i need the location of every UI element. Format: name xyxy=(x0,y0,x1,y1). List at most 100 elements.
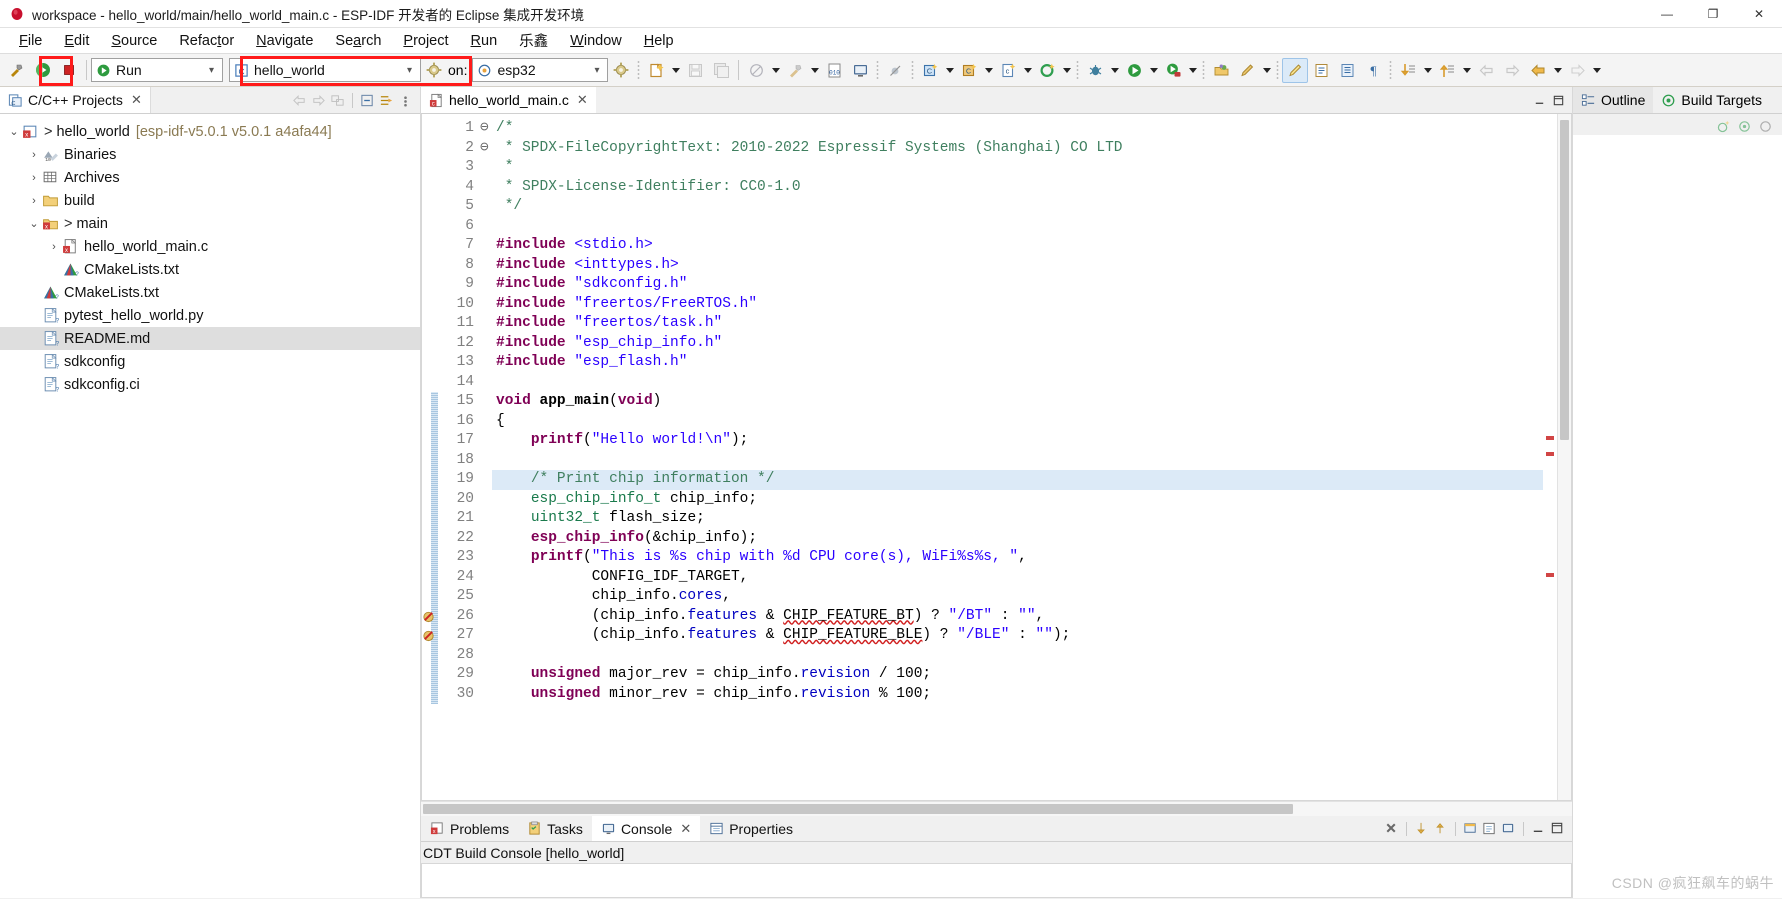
code-line[interactable] xyxy=(492,217,1571,237)
previous-annotation-dropdown-arrow[interactable] xyxy=(1460,58,1473,83)
tree-item-sdkconfig[interactable]: ? sdkconfig xyxy=(0,350,420,373)
overview-ruler[interactable] xyxy=(1543,114,1557,800)
tree-item-cmakelists-txt[interactable]: ? CMakeLists.txt xyxy=(0,281,420,304)
new-file-icon[interactable] xyxy=(643,58,669,83)
view-options-icon[interactable] xyxy=(397,92,414,109)
forward-icon[interactable] xyxy=(310,92,327,109)
close-icon[interactable]: ✕ xyxy=(680,821,691,837)
maximize-console-icon[interactable] xyxy=(1549,820,1566,837)
code-line[interactable]: #include "esp_flash.h" xyxy=(492,353,1571,373)
new-c-file-icon[interactable]: c xyxy=(995,58,1021,83)
launch-mode-combo[interactable]: Run ▾ xyxy=(91,58,223,82)
code-line[interactable]: * SPDX-FileCopyrightText: 2010-2022 Espr… xyxy=(492,139,1571,159)
code-line[interactable]: esp_chip_info(&chip_info); xyxy=(492,529,1571,549)
build-target-icon[interactable] xyxy=(1736,118,1753,135)
scroll-lock-icon[interactable] xyxy=(1413,820,1430,837)
source-code[interactable]: /* * SPDX-FileCopyrightText: 2010-2022 E… xyxy=(492,114,1571,800)
launch-target-combo[interactable]: C hello_world ▾ xyxy=(229,58,421,82)
forward-navigation-icon[interactable] xyxy=(1564,58,1590,83)
binary-view-icon[interactable]: 010 xyxy=(821,58,847,83)
code-line[interactable]: * SPDX-License-Identifier: CC0-1.0 xyxy=(492,178,1571,198)
new-c-project-icon[interactable]: C xyxy=(917,58,943,83)
tree-item-build[interactable]: › build xyxy=(0,189,420,212)
menu-search[interactable]: Search xyxy=(324,30,392,52)
code-line[interactable]: #include <stdio.h> xyxy=(492,236,1571,256)
add-target-icon[interactable] xyxy=(1715,118,1732,135)
collapse-all-icon[interactable] xyxy=(359,92,376,109)
device-target-combo[interactable]: esp32 ▾ xyxy=(472,58,609,82)
tree-item-readme-md[interactable]: ? README.md xyxy=(0,327,420,350)
new-c-dropdown-arrow[interactable] xyxy=(943,58,956,83)
menu-run[interactable]: Run xyxy=(460,30,509,52)
build-dropdown-arrow[interactable] xyxy=(769,58,782,83)
tree-item-sdkconfig-ci[interactable]: ? sdkconfig.ci xyxy=(0,373,420,396)
code-line[interactable]: esp_chip_info_t chip_info; xyxy=(492,490,1571,510)
tree-item-binaries[interactable]: › 10 Binaries xyxy=(0,143,420,166)
stop-red-square-icon[interactable] xyxy=(56,58,82,83)
code-line[interactable]: uint32_t flash_size; xyxy=(492,509,1571,529)
back-icon[interactable] xyxy=(291,92,308,109)
save-all-icon[interactable] xyxy=(708,58,734,83)
code-line[interactable]: /* xyxy=(492,119,1571,139)
code-line[interactable]: * xyxy=(492,158,1571,178)
menu-project[interactable]: Project xyxy=(392,30,459,52)
twisty-collapsed-icon[interactable]: › xyxy=(26,172,42,184)
tree-item-pytest-hello-world-py[interactable]: ? pytest_hello_world.py xyxy=(0,304,420,327)
run-green-play-icon[interactable] xyxy=(30,58,56,83)
code-line[interactable]: #include <inttypes.h> xyxy=(492,256,1571,276)
forward-dropdown-arrow[interactable] xyxy=(1590,58,1603,83)
code-line[interactable]: */ xyxy=(492,197,1571,217)
debug-configurations-icon[interactable] xyxy=(1082,58,1108,83)
code-line[interactable] xyxy=(492,646,1571,666)
code-line[interactable]: #include "esp_chip_info.h" xyxy=(492,334,1571,354)
next-annotation-dropdown-arrow[interactable] xyxy=(1421,58,1434,83)
code-line[interactable] xyxy=(492,451,1571,471)
tree-item-hello-world[interactable]: ⌄ x > hello_world [esp-idf-v5.0.1 v5.0.1 a4a… xyxy=(0,120,420,143)
code-line[interactable]: #include "freertos/task.h" xyxy=(492,314,1571,334)
launch-target-gear-icon[interactable] xyxy=(421,58,447,83)
code-line[interactable] xyxy=(492,373,1571,393)
hammer-dropdown-arrow[interactable] xyxy=(808,58,821,83)
twisty-collapsed-icon[interactable]: › xyxy=(46,241,62,253)
code-line[interactable]: unsigned minor_rev = chip_info.revision … xyxy=(492,685,1571,705)
open-resource-icon[interactable] xyxy=(1208,58,1234,83)
twisty-collapsed-icon[interactable]: › xyxy=(26,195,42,207)
tree-item-main[interactable]: ⌄ x > main xyxy=(0,212,420,235)
device-target-gear-icon[interactable] xyxy=(608,58,634,83)
code-line[interactable]: { xyxy=(492,412,1571,432)
tab-hello-world-main-c[interactable]: c hello_world_main.c ✕ xyxy=(421,87,596,113)
tab-outline[interactable]: Outline xyxy=(1573,87,1654,113)
scrollbar-thumb[interactable] xyxy=(1560,120,1569,440)
fold-toggle-icon[interactable]: ⊖ xyxy=(480,139,492,159)
outline-content[interactable] xyxy=(1573,135,1782,898)
new-dropdown-arrow[interactable] xyxy=(669,58,682,83)
menu-window[interactable]: Window xyxy=(559,30,633,52)
minimize-icon[interactable] xyxy=(1531,92,1547,108)
code-line[interactable]: unsigned major_rev = chip_info.revision … xyxy=(492,665,1571,685)
editor-horizontal-scrollbar[interactable] xyxy=(421,801,1572,816)
new-c-file-dropdown-arrow[interactable] xyxy=(1021,58,1034,83)
tree-item-hello-world-main-c[interactable]: › x hello_world_main.c xyxy=(0,235,420,258)
code-line[interactable]: printf("Hello world!\n"); xyxy=(492,431,1571,451)
menu-refactor[interactable]: Refactor xyxy=(168,30,245,52)
tab-build-targets[interactable]: Build Targets xyxy=(1653,87,1771,113)
link-with-editor-icon[interactable] xyxy=(329,92,346,109)
rebuild-target-icon[interactable] xyxy=(1757,118,1774,135)
tab-properties[interactable]: Properties xyxy=(700,816,803,841)
back-history-icon[interactable] xyxy=(1473,58,1499,83)
pin-console-icon[interactable] xyxy=(1432,820,1449,837)
view-menu-icon[interactable] xyxy=(378,92,395,109)
run-config-dropdown-arrow[interactable] xyxy=(1147,58,1160,83)
menu-navigate[interactable]: Navigate xyxy=(245,30,324,52)
hammer-build-icon[interactable] xyxy=(782,58,808,83)
build-all-icon[interactable] xyxy=(743,58,769,83)
open-console-icon[interactable] xyxy=(1481,820,1498,837)
error-marker-icon[interactable] xyxy=(422,629,435,642)
minimize-button[interactable]: — xyxy=(1644,0,1690,28)
tab-c-cpp-projects[interactable]: C C/C++ Projects ✕ xyxy=(0,87,151,113)
back-dropdown-arrow[interactable] xyxy=(1551,58,1564,83)
chevron-down-icon[interactable]: ▾ xyxy=(401,65,418,76)
previous-annotation-icon[interactable] xyxy=(1434,58,1460,83)
close-button[interactable]: ✕ xyxy=(1736,0,1782,28)
menu-file[interactable]: File xyxy=(8,30,53,52)
